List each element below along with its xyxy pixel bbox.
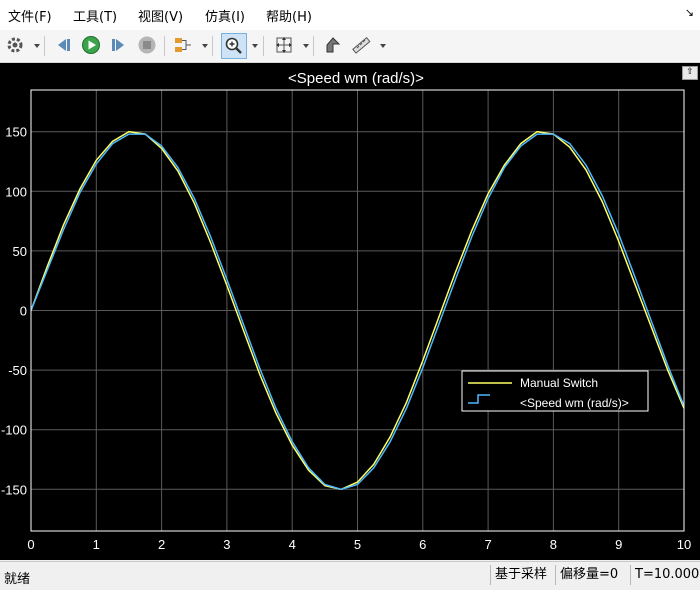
x-tick-label: 0 xyxy=(27,537,34,552)
status-time: T=10.000 xyxy=(630,565,699,585)
fit-view-icon[interactable] xyxy=(273,34,295,56)
y-tick-label: -50 xyxy=(8,363,27,378)
step-forward-icon[interactable] xyxy=(108,34,130,56)
zoom-dropdown-icon[interactable] xyxy=(252,44,258,48)
cursor-measure-icon[interactable] xyxy=(322,34,344,56)
toolbar xyxy=(0,30,700,63)
x-tick-label: 9 xyxy=(615,537,622,552)
y-tick-label: 0 xyxy=(20,304,27,319)
legend: Manual Switch <Speed wm (rad/s)> xyxy=(461,370,649,412)
menu-file[interactable]: 文件(F) xyxy=(8,6,52,25)
menu-view[interactable]: 视图(V) xyxy=(138,6,183,25)
x-tick-label: 4 xyxy=(289,537,296,552)
menu-help[interactable]: 帮助(H) xyxy=(266,6,312,25)
x-tick-label: 7 xyxy=(484,537,491,552)
y-tick-label: -150 xyxy=(1,482,27,497)
toolbar-separator xyxy=(44,36,45,56)
y-tick-label: -100 xyxy=(1,423,27,438)
status-sample-mode: 基于采样 xyxy=(490,565,547,585)
fit-view-dropdown-icon[interactable] xyxy=(303,44,309,48)
toolbar-separator xyxy=(212,36,213,56)
toolbar-separator xyxy=(313,36,314,56)
x-tick-label: 2 xyxy=(158,537,165,552)
step-back-icon[interactable] xyxy=(52,34,74,56)
stop-icon[interactable] xyxy=(136,34,158,56)
status-offset: 偏移量=0 xyxy=(555,565,618,585)
plot-svg: <Speed wm (rad/s)> 0 1 2 3 4 5 6 7 8 9 10 -150 -100 -… xyxy=(1,70,691,552)
zoom-in-icon[interactable] xyxy=(221,33,247,59)
x-tick-label: 5 xyxy=(354,537,361,552)
x-tick-label: 3 xyxy=(223,537,230,552)
y-tick-label: 50 xyxy=(13,244,27,259)
chart-title: <Speed wm (rad/s)> xyxy=(288,70,424,87)
scope-display: <Speed wm (rad/s)> 0 1 2 3 4 5 6 7 8 9 10 -150 -100 -… xyxy=(0,63,700,560)
x-tick-label: 10 xyxy=(677,537,691,552)
toolbar-separator xyxy=(263,36,264,56)
toolbar-separator xyxy=(164,36,165,56)
undock-icon[interactable]: ⇧ xyxy=(682,66,698,80)
menu-simulation[interactable]: 仿真(I) xyxy=(205,6,245,25)
y-tick-label: 150 xyxy=(5,125,27,140)
signal-select-icon[interactable] xyxy=(172,34,194,56)
dock-arrow-icon[interactable]: ↘ xyxy=(685,6,694,19)
gear-icon[interactable] xyxy=(4,34,26,56)
x-tick-label: 6 xyxy=(419,537,426,552)
x-tick-label: 1 xyxy=(93,537,100,552)
legend-label-manual-switch: Manual Switch xyxy=(520,376,598,390)
ruler-icon[interactable] xyxy=(350,34,372,56)
status-ready: 就绪 xyxy=(4,572,31,587)
legend-label-speed-wm: <Speed wm (rad/s)> xyxy=(520,396,629,410)
run-icon[interactable] xyxy=(80,34,102,56)
gear-dropdown-icon[interactable] xyxy=(34,44,40,48)
ruler-dropdown-icon[interactable] xyxy=(380,44,386,48)
menu-tools[interactable]: 工具(T) xyxy=(73,6,117,25)
x-tick-label: 8 xyxy=(550,537,557,552)
menu-bar: 文件(F) 工具(T) 视图(V) 仿真(I) 帮助(H) ↘ xyxy=(0,0,700,30)
signal-select-dropdown-icon[interactable] xyxy=(202,44,208,48)
y-tick-label: 100 xyxy=(5,184,27,199)
status-bar: 就绪 基于采样 偏移量=0 T=10.000 xyxy=(0,561,700,590)
